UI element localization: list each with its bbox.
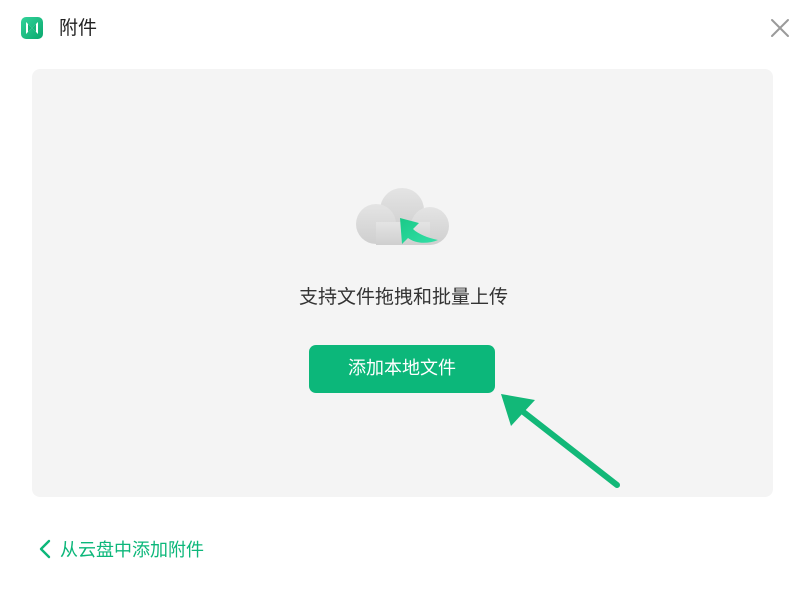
app-logo-icon (21, 17, 43, 39)
upload-hint-text: 支持文件拖拽和批量上传 (298, 286, 508, 308)
close-icon (771, 19, 789, 37)
dialog-title: 附件 (59, 17, 98, 39)
add-from-cloud-label: 从云盘中添加附件 (60, 540, 204, 561)
cloud-upload-icon (352, 186, 452, 248)
dialog-header: 附件 (0, 0, 807, 56)
close-button[interactable] (766, 14, 794, 42)
attachment-dialog: 附件 支持文件拖拽和批量上传 添加本地文件 从云盘中添加附件 (0, 0, 807, 592)
add-local-file-button[interactable]: 添加本地文件 (309, 345, 495, 393)
chevron-left-icon (38, 538, 52, 560)
add-from-cloud-link[interactable]: 从云盘中添加附件 (38, 536, 204, 562)
file-drop-zone[interactable] (32, 69, 773, 497)
